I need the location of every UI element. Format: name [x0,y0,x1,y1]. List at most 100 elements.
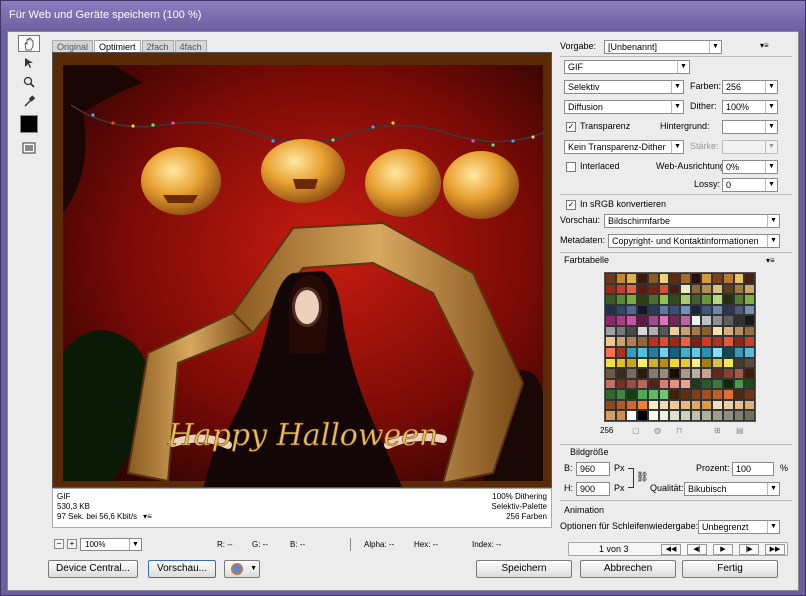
loop-options-select[interactable]: Unbegrenzt ▼ [698,520,780,534]
color-swatch[interactable] [658,304,670,316]
color-swatch[interactable] [733,368,745,379]
chain-link-icon[interactable]: ⛓ [636,472,649,483]
save-button[interactable]: Speichern [476,560,572,578]
color-swatch[interactable] [647,336,659,347]
color-swatch[interactable] [744,336,755,347]
color-swatch[interactable] [712,399,723,411]
color-swatch[interactable] [722,368,734,379]
color-swatch[interactable] [722,325,734,337]
color-swatch[interactable] [701,389,713,400]
color-swatch[interactable] [701,325,713,337]
color-swatch[interactable] [626,399,638,411]
hand-icon[interactable] [18,35,40,52]
color-swatch[interactable] [637,294,648,305]
color-swatch[interactable] [669,283,680,295]
zoom-out-button[interactable]: − [54,539,64,549]
color-swatch[interactable] [615,357,627,369]
color-swatch[interactable] [658,273,670,284]
color-swatch[interactable] [733,336,745,347]
colors-select[interactable]: 256 ▼ [722,80,778,94]
color-swatch[interactable] [647,410,659,421]
color-swatch[interactable] [680,336,691,347]
srgb-checkbox[interactable]: ✓ [566,200,576,210]
color-swatch[interactable] [744,399,755,411]
color-swatch[interactable] [744,378,755,390]
color-swatch[interactable] [605,399,616,411]
color-swatch[interactable] [744,346,755,358]
color-swatch[interactable] [690,357,702,369]
color-swatch[interactable] [744,389,755,400]
color-swatch[interactable] [615,346,627,358]
height-input[interactable]: 900 [576,482,610,496]
color-swatch[interactable] [722,357,734,369]
color-swatch[interactable] [722,294,734,305]
last-frame-button[interactable]: ▶▶ [765,544,785,555]
color-swatch[interactable] [615,304,627,316]
color-swatch[interactable] [615,273,627,284]
color-swatch[interactable] [712,294,723,305]
color-swatch[interactable] [701,294,713,305]
color-swatch[interactable] [669,325,680,337]
color-swatch[interactable] [605,368,616,379]
color-swatch[interactable] [605,389,616,400]
preset-menu-icon[interactable]: ▾≡ [760,41,769,50]
color-swatch[interactable] [615,389,627,400]
matte-select[interactable]: ▼ [722,120,778,134]
color-swatch[interactable] [722,283,734,295]
color-swatch[interactable] [658,315,670,326]
color-swatch[interactable] [626,357,638,369]
done-button[interactable]: Fertig [682,560,778,578]
color-swatch[interactable] [637,325,648,337]
color-swatch[interactable] [701,304,713,316]
color-swatch[interactable] [680,283,691,295]
color-swatch[interactable] [647,283,659,295]
color-swatch[interactable] [669,304,680,316]
color-swatch[interactable] [712,325,723,337]
color-swatch[interactable] [605,325,616,337]
color-swatch[interactable] [733,399,745,411]
color-swatch[interactable] [637,368,648,379]
color-swatch[interactable] [669,294,680,305]
color-swatch[interactable] [626,346,638,358]
color-swatch[interactable] [744,283,755,295]
color-swatch[interactable] [647,399,659,411]
new-color-icon[interactable]: ⊞ [714,426,721,435]
color-swatch[interactable] [712,410,723,421]
color-swatch[interactable] [701,346,713,358]
color-swatch[interactable] [733,410,745,421]
color-swatch[interactable] [701,378,713,390]
percent-input[interactable]: 100 [732,462,774,476]
color-swatch[interactable] [690,389,702,400]
color-swatch[interactable] [658,294,670,305]
color-swatch[interactable] [690,294,702,305]
color-swatch[interactable] [647,273,659,284]
color-swatch[interactable] [615,410,627,421]
tab-2up[interactable]: 2fach [141,40,174,52]
map-transparent-icon[interactable]: ▢ [632,426,640,435]
color-swatch[interactable] [647,315,659,326]
tab-original[interactable]: Original [52,40,94,52]
web-snap-select[interactable]: 0% ▼ [722,160,778,174]
color-swatch[interactable] [669,389,680,400]
color-swatch[interactable] [637,336,648,347]
color-swatch[interactable] [712,357,723,369]
color-swatch[interactable] [712,389,723,400]
color-swatch[interactable] [690,273,702,284]
color-swatch[interactable] [637,283,648,295]
slice-select-icon[interactable] [18,54,40,71]
color-swatch[interactable] [744,273,755,284]
color-swatch[interactable] [637,357,648,369]
tab-4up[interactable]: 4fach [174,40,207,52]
color-swatch[interactable] [712,336,723,347]
color-swatch[interactable] [658,336,670,347]
color-swatch[interactable] [733,283,745,295]
color-swatch[interactable] [722,315,734,326]
color-swatch[interactable] [669,336,680,347]
color-swatch[interactable] [744,325,755,337]
color-swatch[interactable] [733,304,745,316]
color-swatch[interactable] [605,336,616,347]
color-swatch[interactable] [701,273,713,284]
color-swatch[interactable] [658,399,670,411]
color-swatch[interactable] [680,389,691,400]
color-swatch[interactable] [680,399,691,411]
